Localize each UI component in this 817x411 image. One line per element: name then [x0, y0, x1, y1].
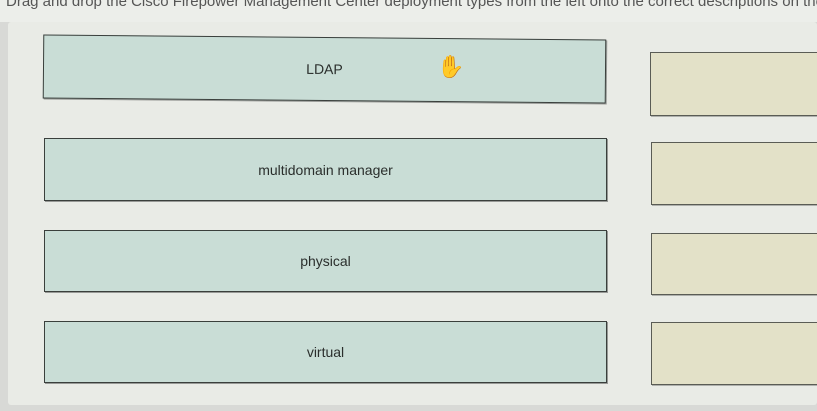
drag-item-ldap[interactable]: LDAP [42, 34, 607, 104]
instruction-text: Drag and drop the Cisco Firepower Manage… [6, 0, 817, 10]
drop-target-3[interactable] [651, 233, 817, 295]
hand-cursor-icon: ✋ [437, 54, 465, 79]
instruction-bar: Drag and drop the Cisco Firepower Manage… [0, 0, 817, 22]
drag-item-multidomain-manager[interactable]: multidomain manager [44, 138, 607, 201]
drag-item-physical[interactable]: physical [44, 230, 607, 292]
drop-target-4[interactable] [651, 322, 817, 385]
drop-target-1[interactable] [650, 52, 817, 116]
drop-target-2[interactable] [651, 142, 817, 205]
drag-item-virtual[interactable]: virtual [44, 321, 607, 383]
